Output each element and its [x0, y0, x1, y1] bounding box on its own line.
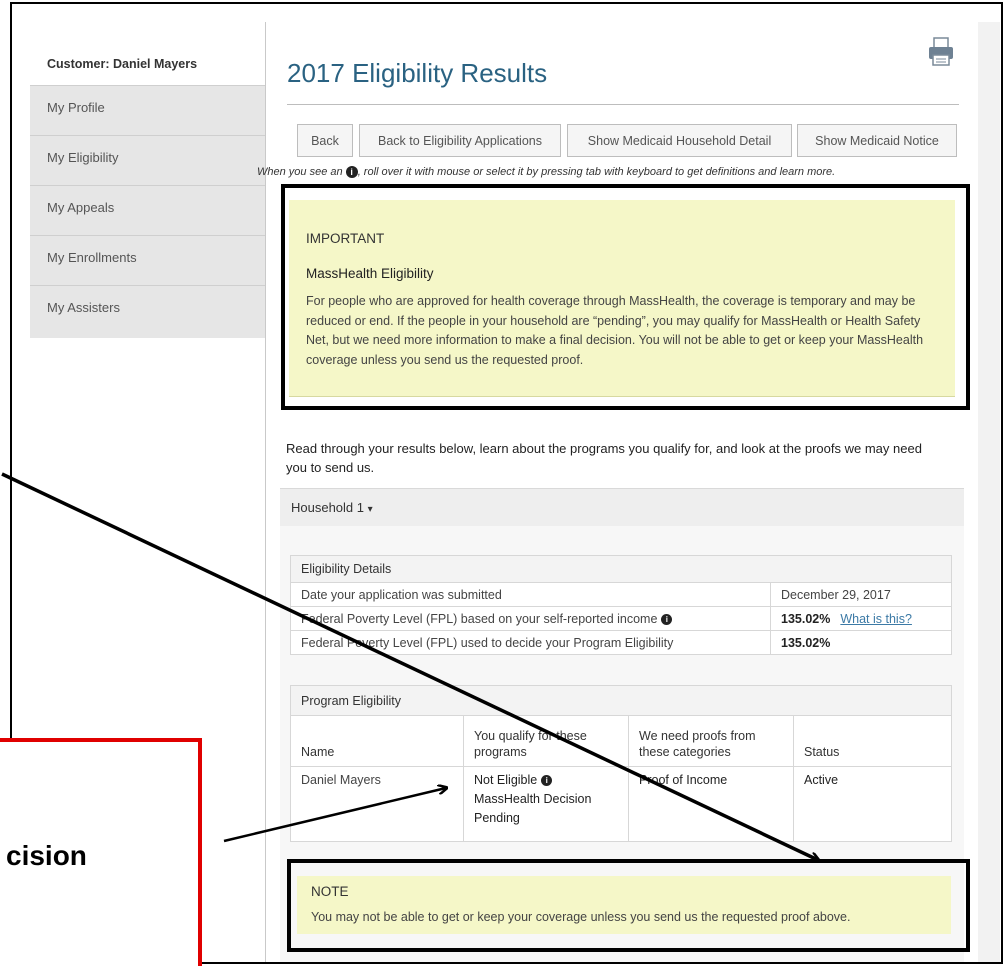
- arrow-to-note: [1, 472, 818, 860]
- annotation-arrows: [1, 472, 1005, 966]
- arrow-to-not-eligible: [223, 788, 446, 843]
